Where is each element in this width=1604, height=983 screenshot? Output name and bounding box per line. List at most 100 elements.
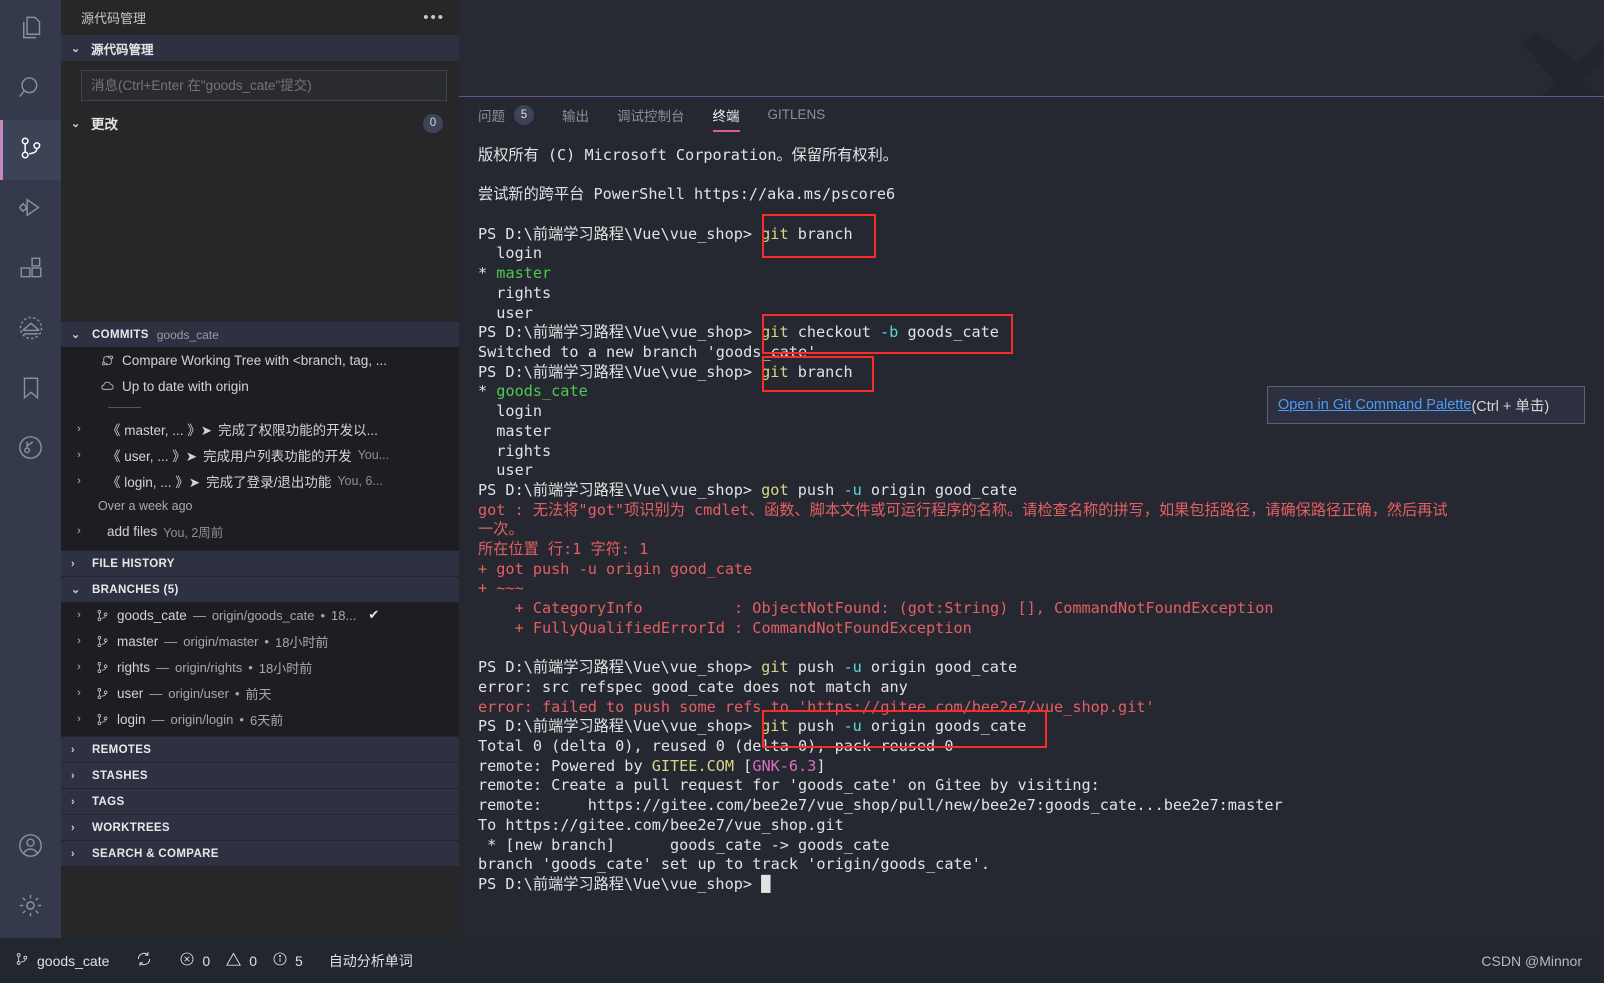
activity-item-source-control[interactable] (0, 120, 61, 180)
git-command-palette-tooltip[interactable]: Open in Git Command Palette (Ctrl + 单击) (1267, 386, 1585, 424)
terminal-output[interactable]: 版权所有 (C) Microsoft Corporation。保留所有权利。 尝… (459, 132, 1604, 938)
terminal-line: PS D:\前端学习路程\Vue\vue_shop> git push -u o… (478, 658, 1604, 678)
branch-remote: origin/login (170, 711, 234, 727)
bottom-panel: 问题 5 输出 调试控制台 终端 GITLENS 版权所有 (C) Micros… (459, 96, 1604, 938)
status-sync[interactable] (135, 950, 153, 971)
activity-item-search[interactable] (0, 60, 61, 120)
branch-icon (93, 634, 111, 649)
branch-remote: origin/master (183, 633, 259, 649)
tab-gitlens[interactable]: GITLENS (768, 97, 826, 132)
commits-divider (108, 407, 141, 408)
status-problems[interactable]: 0 0 5 (179, 951, 303, 971)
chevron-right-icon: › (71, 821, 76, 834)
branch-row-login[interactable]: › login — origin/login • 6天前 (61, 706, 459, 732)
terminal-line: + ~~~ (478, 579, 1604, 599)
activity-item-run-and-debug[interactable] (0, 180, 61, 240)
commit-row[interactable]: › 《 master, ... 》➤ 完成了权限功能的开发以... (61, 416, 459, 442)
terminal-line: branch 'goods_cate' set up to track 'ori… (478, 855, 1604, 875)
commit-row[interactable]: › 《 user, ... 》➤ 完成用户列表功能的开发 You... (61, 442, 459, 468)
cloud-icon (98, 378, 116, 394)
terminal-line: error: failed to push some refs to 'http… (478, 698, 1604, 718)
worktrees-section-header[interactable]: › WORKTREES (61, 814, 459, 840)
terminal-segment: master (496, 264, 552, 283)
search-compare-section-header[interactable]: › SEARCH & COMPARE (61, 840, 459, 866)
branch-bullet: • (239, 711, 244, 727)
changes-section-header[interactable]: ⌄ 更改 0 (61, 109, 459, 137)
warning-icon (225, 951, 242, 971)
terminal-segment: master (478, 421, 552, 440)
branch-icon (93, 712, 111, 727)
status-bar: goods_cate 0 0 5 自动分析单词 CSDN @Minnor (0, 938, 1604, 983)
branches-section-header[interactable]: ⌄ BRANCHES (5) (61, 576, 459, 602)
terminal-segment: + CategoryInfo : ObjectNotFound: (got:St… (478, 599, 1274, 618)
branch-row-user[interactable]: › user — origin/user • 前天 (61, 680, 459, 706)
branch-row-goods-cate[interactable]: › goods_cate — origin/goods_cate • 18...… (61, 602, 459, 628)
terminal-segment: PS D:\前端学习路程\Vue\vue_shop> (478, 224, 762, 243)
tooltip-link[interactable]: Open in Git Command Palette (1278, 397, 1471, 413)
terminal-line: user (478, 461, 1604, 481)
activity-item-explorer[interactable] (0, 0, 61, 60)
chevron-right-icon: › (77, 713, 81, 725)
tooltip-suffix: (Ctrl + 单击) (1471, 398, 1550, 415)
branch-time: 18... (331, 607, 357, 623)
activity-item-remote-explorer[interactable] (0, 300, 61, 360)
activity-item-manage[interactable] (0, 878, 61, 938)
search-icon (17, 74, 44, 106)
activity-item-bookmarks[interactable] (0, 360, 61, 420)
up-to-date-row[interactable]: Up to date with origin (61, 373, 459, 399)
tab-debug-console[interactable]: 调试控制台 (617, 97, 685, 132)
terminal-segment: PS D:\前端学习路程\Vue\vue_shop> (478, 717, 762, 736)
activity-item-extensions[interactable] (0, 240, 61, 300)
tab-terminal[interactable]: 终端 (712, 97, 740, 132)
commit-row[interactable]: › 《 login, ... 》➤ 完成了登录/退出功能 You, 6... (61, 468, 459, 494)
terminal-line: * [new branch] goods_cate -> goods_cate (478, 836, 1604, 856)
chevron-right-icon: › (77, 449, 81, 461)
files-icon (17, 14, 44, 46)
terminal-segment: -u (834, 658, 862, 677)
terminal-line: remote: Powered by GITEE.COM [GNK-6.3] (478, 757, 1604, 777)
tags-section-header[interactable]: › TAGS (61, 788, 459, 814)
terminal-segment: remote: Powered by (478, 756, 652, 775)
remotes-section-header[interactable]: › REMOTES (61, 736, 459, 762)
branch-time: 前天 (245, 686, 272, 702)
activity-item-accounts[interactable] (0, 818, 61, 878)
branch-icon (14, 951, 30, 970)
status-branch[interactable]: goods_cate (14, 951, 109, 970)
terminal-segment: git (761, 717, 789, 736)
compare-working-tree-row[interactable]: Compare Working Tree with <branch, tag, … (61, 347, 459, 373)
worktrees-label: WORKTREES (92, 821, 170, 834)
branch-bullet: • (320, 607, 326, 623)
chevron-right-icon: › (71, 769, 76, 782)
commit-message-input[interactable] (81, 70, 447, 101)
branch-dash: — (149, 685, 163, 701)
terminal-line: PS D:\前端学习路程\Vue\vue_shop> git branch (478, 225, 1604, 245)
chevron-right-icon: › (77, 661, 81, 673)
branches-label: BRANCHES (5) (92, 583, 179, 596)
terminal-segment: push (788, 480, 835, 499)
sidebar-more-actions-icon[interactable]: ••• (423, 9, 445, 26)
commits-section-header[interactable]: ⌄ COMMITS goods_cate (61, 321, 459, 347)
chevron-right-icon: › (77, 423, 81, 435)
terminal-line: PS D:\前端学习路程\Vue\vue_shop> git checkout … (478, 323, 1604, 343)
terminal-line: Total 0 (delta 0), reused 0 (delta 0), p… (478, 737, 1604, 757)
tab-output[interactable]: 输出 (562, 97, 589, 132)
tab-problems[interactable]: 问题 5 (478, 97, 534, 132)
stashes-section-header[interactable]: › STASHES (61, 762, 459, 788)
branches-section-body: › goods_cate — origin/goods_cate • 18...… (61, 602, 459, 736)
branch-row-rights[interactable]: › rights — origin/rights • 18小时前 (61, 654, 459, 680)
sync-icon (135, 950, 153, 971)
commit-row[interactable]: › add files You, 2周前 (61, 518, 459, 544)
activity-item-gitlens[interactable] (0, 420, 61, 480)
stashes-label: STASHES (92, 769, 148, 782)
changes-empty-area (61, 137, 459, 321)
terminal-segment: * [new branch] goods_cate -> goods_cate (478, 835, 890, 854)
branch-row-master[interactable]: › master — origin/master • 18小时前 (61, 628, 459, 654)
status-word-analysis[interactable]: 自动分析单词 (329, 951, 413, 971)
terminal-segment: git (761, 224, 789, 243)
commit-refs: 《 login, ... 》➤ (107, 475, 201, 490)
file-history-section-header[interactable]: › FILE HISTORY (61, 550, 459, 576)
scm-section-header[interactable]: ⌄ 源代码管理 (61, 35, 459, 61)
terminal-segment: error: failed to push some refs to 'http… (478, 697, 1155, 716)
